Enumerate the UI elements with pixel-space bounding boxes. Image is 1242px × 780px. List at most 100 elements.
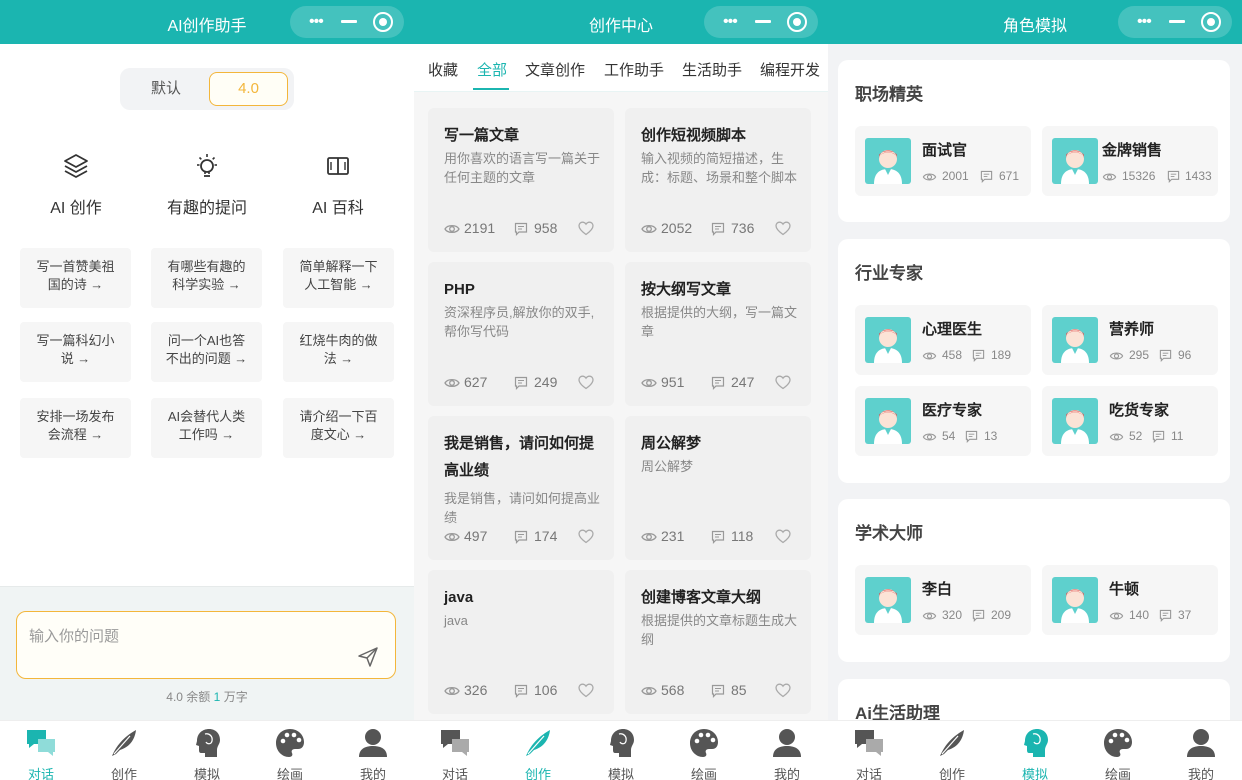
- tab-chat[interactable]: 对话: [828, 721, 910, 780]
- close-target-icon[interactable]: [373, 12, 393, 32]
- heart-icon[interactable]: [775, 683, 791, 698]
- more-icon[interactable]: •••: [723, 14, 738, 30]
- tab-programming[interactable]: 编程开发: [760, 59, 820, 80]
- view-count: 627: [464, 374, 488, 390]
- suggestion-item[interactable]: 请介绍一下百度文心 →: [283, 398, 394, 458]
- lightbulb-icon: [197, 154, 217, 177]
- card-stats: 231 118: [641, 528, 795, 546]
- tab-chat[interactable]: 对话: [414, 721, 496, 780]
- suggestion-item[interactable]: 写一首赞美祖国的诗 →: [20, 248, 131, 308]
- tab-label: 我的: [359, 767, 386, 780]
- tab-label: 绘画: [276, 767, 303, 780]
- minimize-icon[interactable]: [1169, 20, 1185, 23]
- tab-work[interactable]: 工作助手: [604, 59, 664, 80]
- view-count: 52: [1129, 429, 1143, 443]
- avatar-icon: [865, 138, 911, 184]
- heart-icon[interactable]: [578, 529, 594, 544]
- role-card[interactable]: 吃货专家 52 11: [1042, 386, 1218, 456]
- feature-ai-encyclopedia[interactable]: AI 百科: [278, 152, 398, 218]
- comment-icon: [711, 376, 725, 390]
- tab-chat[interactable]: 对话: [0, 721, 82, 780]
- chat-icon: [855, 730, 883, 756]
- prompt-card[interactable]: 写一篇文章 用你喜欢的语言写一篇关于任何主题的文章 2191 958: [428, 108, 614, 252]
- eye-icon: [922, 609, 937, 623]
- role-card[interactable]: 面试官 2001 671: [855, 126, 1031, 196]
- prompt-card[interactable]: 周公解梦 周公解梦 231 118: [625, 416, 811, 560]
- minimize-icon[interactable]: [341, 20, 357, 23]
- tab-mine[interactable]: 我的: [1160, 721, 1242, 780]
- tab-create[interactable]: 创作: [911, 721, 993, 780]
- prompt-card[interactable]: java java 326 106: [428, 570, 614, 714]
- prompt-card[interactable]: PHP 资深程序员,解放你的双手,帮你写代码 627 249: [428, 262, 614, 406]
- layers-icon: [64, 154, 88, 178]
- role-stats: 52 11: [1109, 429, 1219, 445]
- role-stats: 320 209: [922, 608, 1032, 624]
- role-card[interactable]: 医疗专家 54 13: [855, 386, 1031, 456]
- tab-all[interactable]: 全部: [477, 59, 507, 80]
- feather-icon: [112, 730, 136, 756]
- tab-simulate[interactable]: 模拟: [994, 721, 1076, 780]
- minimize-icon[interactable]: [755, 20, 771, 23]
- tab-mine[interactable]: 我的: [746, 721, 828, 780]
- tab-paint[interactable]: 绘画: [1077, 721, 1159, 780]
- feature-ai-create[interactable]: AI 创作: [16, 152, 136, 218]
- tab-simulate[interactable]: 模拟: [580, 721, 662, 780]
- heart-icon[interactable]: [775, 375, 791, 390]
- suggestion-item[interactable]: AI会替代人类工作吗 →: [151, 398, 262, 458]
- tab-paint[interactable]: 绘画: [249, 721, 331, 780]
- close-target-icon[interactable]: [1201, 12, 1221, 32]
- heart-icon[interactable]: [578, 221, 594, 236]
- card-desc: 根据提供的文章标题生成大纲: [641, 613, 798, 647]
- avatar-icon: [1052, 317, 1098, 363]
- heart-icon[interactable]: [775, 221, 791, 236]
- prompt-card[interactable]: 按大纲写文章 根据提供的大纲，写一篇文章 951 247: [625, 262, 811, 406]
- input-placeholder: 输入你的问题: [29, 628, 120, 645]
- more-icon[interactable]: •••: [1137, 14, 1152, 30]
- question-input[interactable]: 输入你的问题: [16, 611, 396, 679]
- model-4-option[interactable]: 4.0: [209, 72, 288, 106]
- card-desc: 输入视频的简短描述，生成：标题、场景和整个脚本: [641, 151, 798, 185]
- more-icon[interactable]: •••: [309, 14, 324, 30]
- tab-mine[interactable]: 我的: [332, 721, 414, 780]
- tab-article[interactable]: 文章创作: [525, 59, 585, 80]
- close-target-icon[interactable]: [787, 12, 807, 32]
- tab-simulate[interactable]: 模拟: [166, 721, 248, 780]
- heart-icon[interactable]: [578, 375, 594, 390]
- view-count: 951: [661, 374, 685, 390]
- tab-paint[interactable]: 绘画: [663, 721, 745, 780]
- prompt-card[interactable]: 我是销售，请问如何提高业绩 我是销售，请问如何提高业绩 497 174: [428, 416, 614, 560]
- suggestion-item[interactable]: 有哪些有趣的科学实验 →: [151, 248, 262, 308]
- comment-count: 37: [1178, 608, 1192, 622]
- heart-icon[interactable]: [775, 529, 791, 544]
- role-card[interactable]: 金牌销售 15326 1433: [1042, 126, 1218, 196]
- feature-label: AI 百科: [312, 200, 364, 217]
- heart-icon[interactable]: [578, 683, 594, 698]
- input-area: 输入你的问题 4.0 余额 1 万字: [0, 586, 414, 720]
- suggestion-item[interactable]: 写一篇科幻小说 →: [20, 322, 131, 382]
- view-count: 2001: [942, 169, 969, 183]
- tab-life[interactable]: 生活助手: [682, 59, 742, 80]
- role-card[interactable]: 李白 320 209: [855, 565, 1031, 635]
- view-count: 568: [661, 682, 685, 698]
- suggestion-item[interactable]: 安排一场发布会流程 →: [20, 398, 131, 458]
- prompt-card[interactable]: 创作短视频脚本 输入视频的简短描述，生成：标题、场景和整个脚本 2052 736: [625, 108, 811, 252]
- role-card[interactable]: 心理医生 458 189: [855, 305, 1031, 375]
- role-card[interactable]: 牛顿 140 37: [1042, 565, 1218, 635]
- section-title: 学术大师: [855, 524, 923, 543]
- suggestion-item[interactable]: 简单解释一下人工智能 →: [283, 248, 394, 308]
- suggestion-item[interactable]: 问一个AI也答不出的问题 →: [151, 322, 262, 382]
- send-icon[interactable]: [357, 646, 379, 668]
- tab-label: 模拟: [607, 767, 634, 780]
- tab-label: 对话: [855, 767, 882, 780]
- role-card[interactable]: 营养师 295 96: [1042, 305, 1218, 375]
- tab-create[interactable]: 创作: [83, 721, 165, 780]
- tab-create[interactable]: 创作: [497, 721, 579, 780]
- suggestion-item[interactable]: 红烧牛肉的做法 →: [283, 322, 394, 382]
- view-count: 326: [464, 682, 488, 698]
- view-count: 15326: [1122, 169, 1156, 183]
- prompt-card[interactable]: 创建博客文章大纲 根据提供的文章标题生成大纲 568 85: [625, 570, 811, 714]
- section-title: 行业专家: [855, 264, 923, 283]
- feature-fun-question[interactable]: 有趣的提问: [147, 152, 267, 218]
- model-default-option[interactable]: 默认: [126, 72, 206, 106]
- tab-favorites[interactable]: 收藏: [428, 59, 458, 80]
